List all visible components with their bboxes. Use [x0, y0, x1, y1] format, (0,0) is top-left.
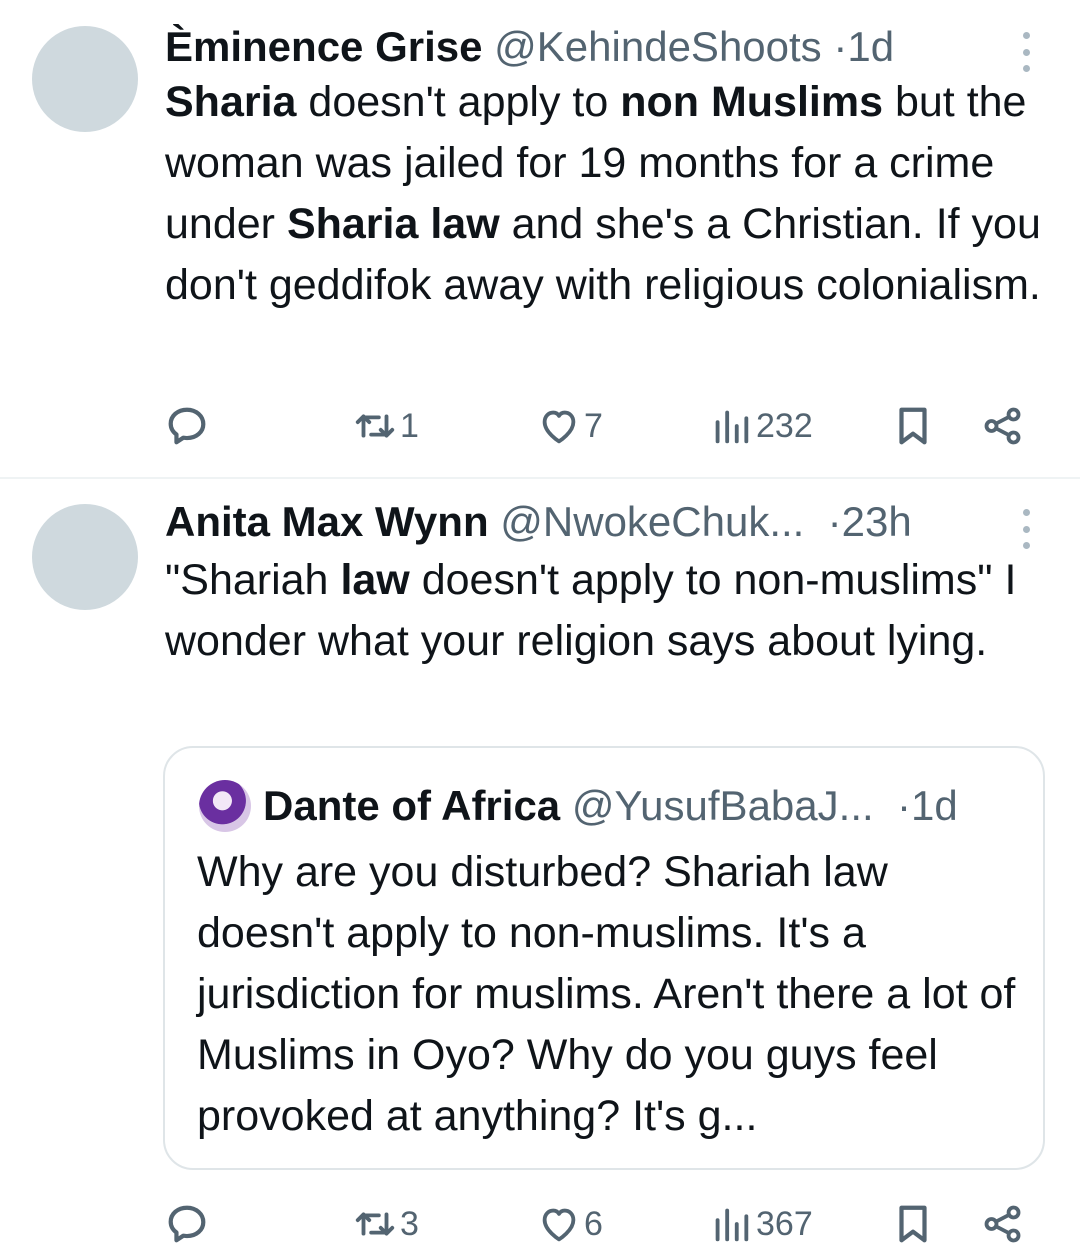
user-handle[interactable]: @NwokeChuk... [500, 498, 804, 545]
more-icon[interactable] [1016, 32, 1036, 72]
more-icon[interactable] [1016, 509, 1036, 549]
tweet-1[interactable]: Èminence Grise @KehindeShoots ·1d Sharia… [0, 0, 1080, 478]
text-segment: "Shariah [165, 556, 341, 604]
share-icon [984, 1205, 1021, 1243]
repost-icon [355, 1212, 395, 1236]
timestamp[interactable]: 1d [847, 23, 894, 70]
quoted-text: Why are you disturbed? Shariah law doesn… [197, 848, 1016, 1140]
views-button[interactable]: 232 [708, 396, 813, 456]
repost-count: 3 [400, 1204, 419, 1243]
timestamp[interactable]: 23h [842, 498, 912, 545]
quoted-timestamp: 1d [911, 782, 958, 829]
quoted-user-handle: @YusufBabaJ... [571, 782, 874, 829]
display-name[interactable]: Èminence Grise [165, 23, 482, 70]
views-count: 232 [756, 406, 813, 445]
like-count: 7 [584, 406, 603, 445]
avatar[interactable] [32, 504, 138, 610]
reply-icon [168, 1205, 206, 1243]
bookmark-icon [899, 1205, 927, 1243]
text-segment: Sharia law [286, 200, 500, 248]
reply-icon [168, 407, 206, 445]
share-button[interactable] [980, 1194, 1026, 1254]
heart-icon [542, 1208, 576, 1242]
quoted-tweet[interactable]: Dante of Africa @YusufBabaJ... ·1d Why a… [163, 746, 1045, 1170]
bookmark-button[interactable] [890, 396, 936, 456]
avatar[interactable] [32, 26, 138, 132]
share-button[interactable] [980, 396, 1026, 456]
text-segment: law [340, 556, 410, 604]
repost-icon [355, 414, 395, 438]
repost-button[interactable]: 3 [352, 1194, 419, 1254]
text-segment: Sharia [165, 78, 297, 126]
tweet-header: Anita Max Wynn @NwokeChuk... ·23h [165, 497, 912, 547]
repost-button[interactable]: 1 [352, 396, 419, 456]
like-count: 6 [584, 1204, 603, 1243]
views-count: 367 [756, 1204, 813, 1243]
separator-dot: · [885, 782, 911, 829]
bookmark-button[interactable] [890, 1194, 936, 1254]
user-handle[interactable]: @KehindeShoots [494, 23, 822, 70]
views-icon [715, 410, 749, 444]
reply-button[interactable] [164, 1194, 212, 1254]
tweet-text: Sharia doesn't apply to non Muslims but … [165, 72, 1045, 316]
reply-button[interactable] [164, 396, 212, 456]
tweet-header: Èminence Grise @KehindeShoots ·1d [165, 22, 894, 72]
text-segment: non Muslims [620, 78, 884, 126]
views-icon [715, 1208, 749, 1242]
like-button[interactable]: 6 [536, 1194, 603, 1254]
tweet-text: "Shariah law doesn't apply to non-muslim… [165, 550, 1045, 672]
like-button[interactable]: 7 [536, 396, 603, 456]
heart-icon [542, 410, 576, 444]
quoted-avatar [199, 780, 251, 832]
text-segment: doesn't apply to [296, 78, 621, 126]
action-bar: 1 7 232 [0, 396, 1080, 456]
repost-count: 1 [400, 406, 419, 445]
action-bar: 3 6 367 [0, 1194, 1080, 1254]
quoted-display-name: Dante of Africa [263, 782, 561, 829]
share-icon [984, 407, 1021, 445]
separator-dot: · [816, 498, 842, 545]
quoted-header: Dante of Africa @YusufBabaJ... ·1d [263, 778, 958, 834]
views-button[interactable]: 367 [708, 1194, 813, 1254]
bookmark-icon [899, 407, 927, 445]
display-name[interactable]: Anita Max Wynn [165, 498, 489, 545]
separator-dot: · [833, 23, 848, 70]
